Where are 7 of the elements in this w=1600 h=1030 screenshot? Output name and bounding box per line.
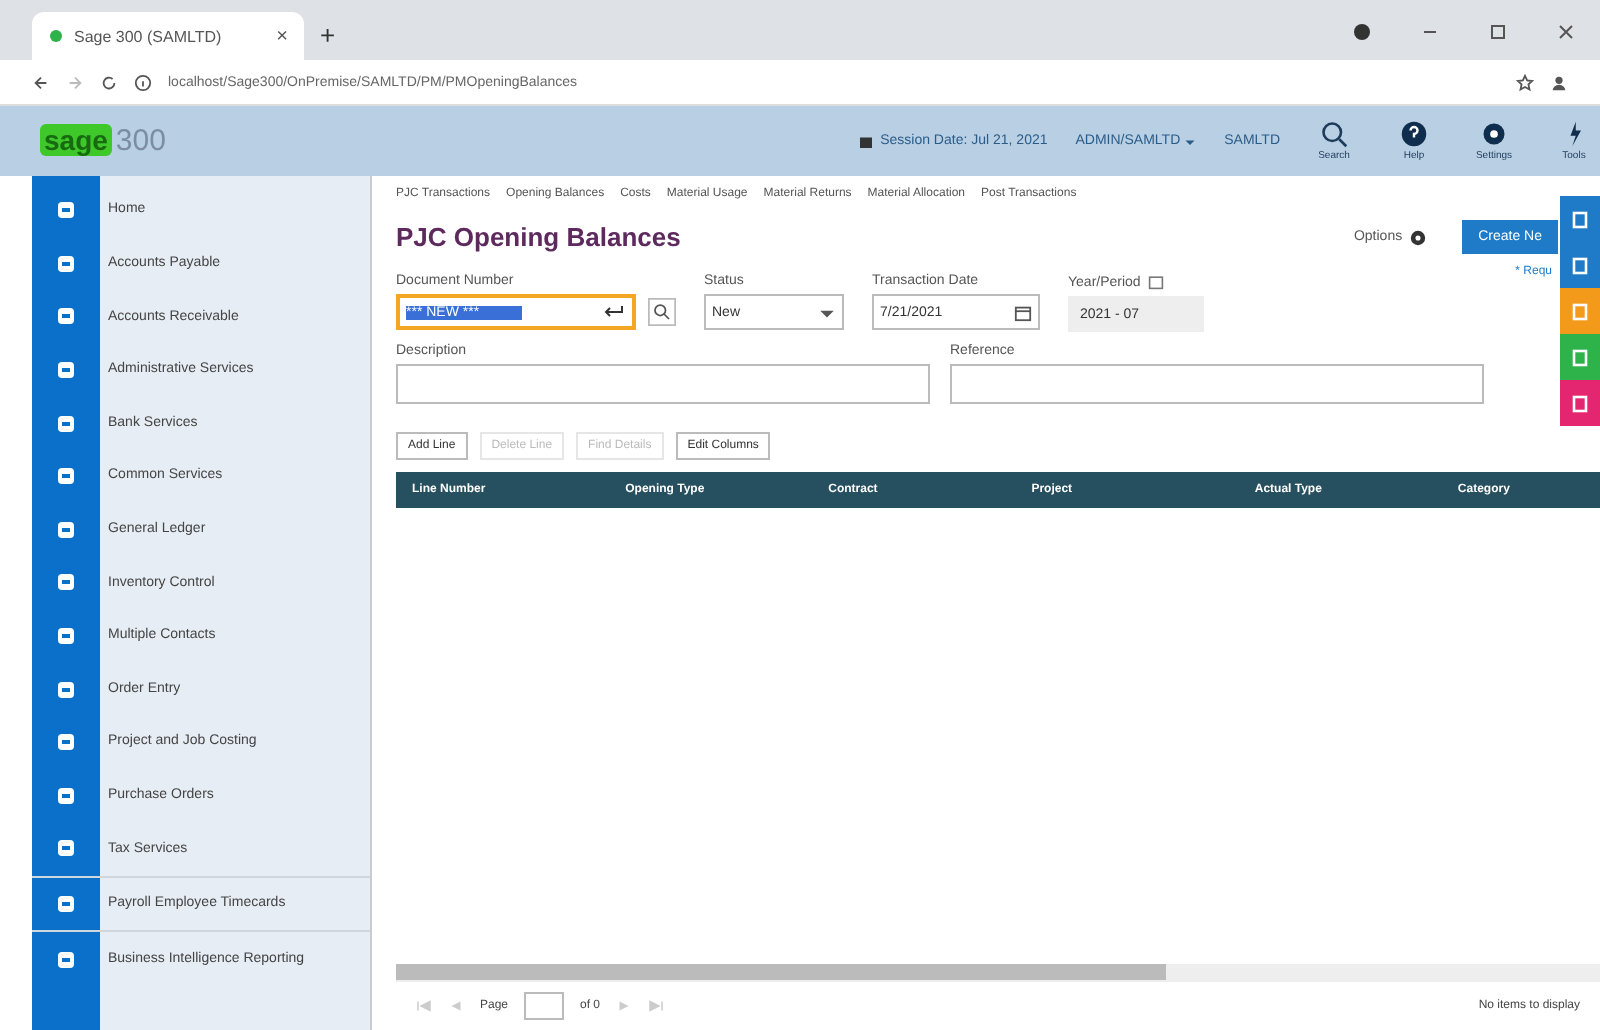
logo-number: 300	[115, 124, 166, 158]
new-tab-button[interactable]: +	[320, 20, 336, 50]
tab-close[interactable]: ×	[276, 25, 288, 47]
browser-tab[interactable]: Sage 300 (SAMLTD) ×	[32, 12, 304, 60]
tab-title: Sage 300 (SAMLTD)	[74, 27, 224, 45]
page-title: PJC Opening Balances	[396, 222, 681, 252]
logo-word: sage	[40, 124, 112, 156]
